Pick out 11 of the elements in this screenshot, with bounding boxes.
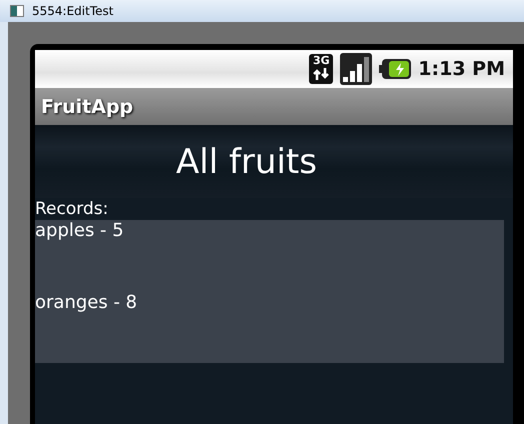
record-item[interactable]: apples - 5 xyxy=(35,220,124,292)
app-icon xyxy=(10,5,24,17)
app-title: FruitApp xyxy=(41,96,134,118)
battery-charging-icon xyxy=(379,58,412,80)
window-title: 5554:EditTest xyxy=(32,4,114,18)
records-label: Records: xyxy=(35,198,108,220)
signal-icon xyxy=(340,53,372,85)
record-item[interactable]: oranges - 8 xyxy=(35,292,138,363)
page-heading: All fruits xyxy=(176,142,317,182)
clock-time: 1:13 PM xyxy=(418,58,505,80)
network-icon: 3G xyxy=(309,54,334,84)
